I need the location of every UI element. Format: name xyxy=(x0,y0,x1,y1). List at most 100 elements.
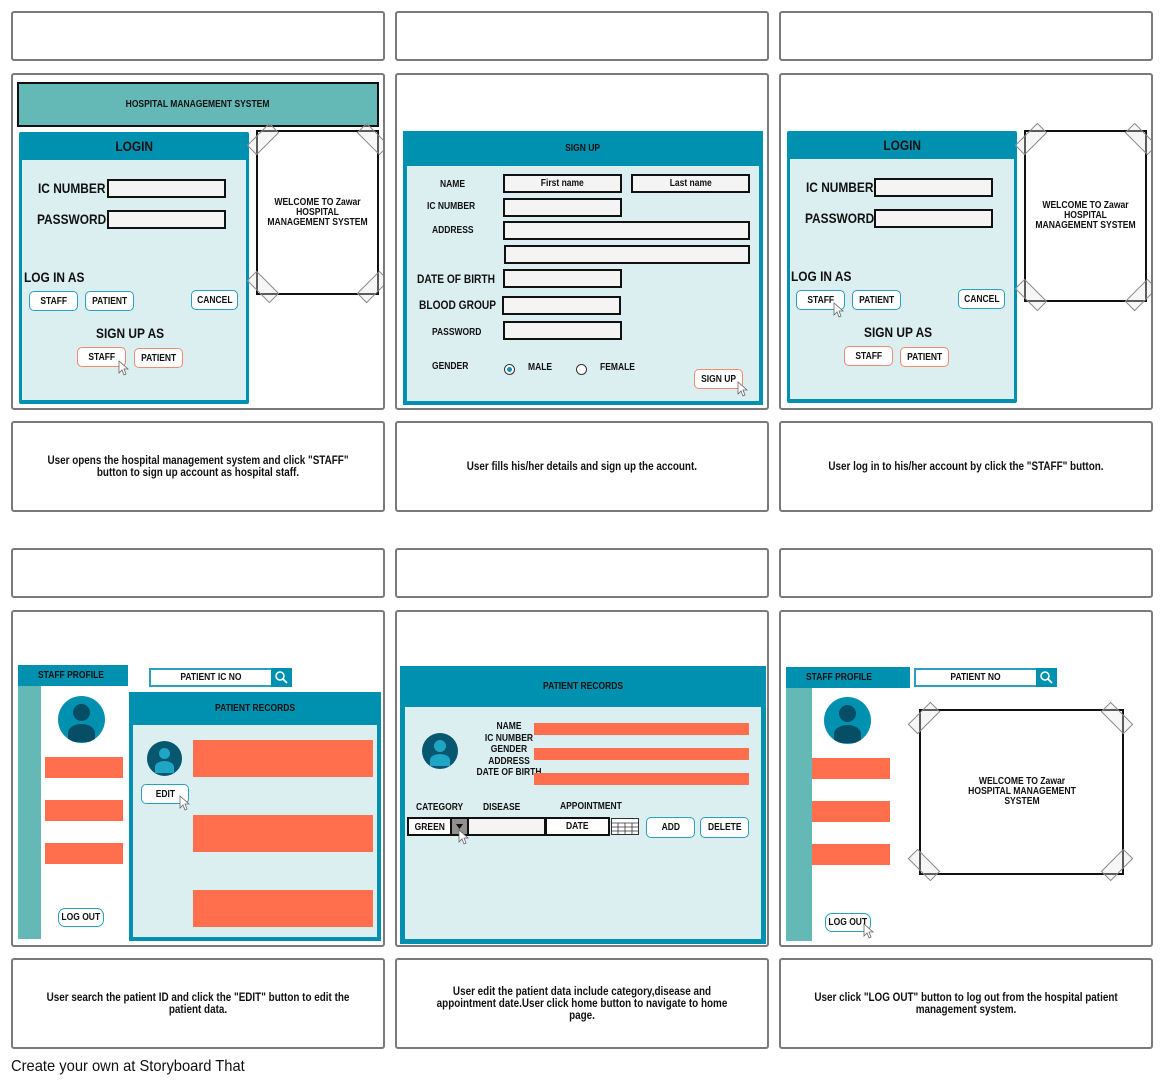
address-input-line-1[interactable] xyxy=(503,221,750,240)
female-radio[interactable] xyxy=(576,364,587,375)
ic-number-input[interactable] xyxy=(107,179,226,198)
male-radio[interactable] xyxy=(504,364,515,375)
login-as-label: LOG IN AS xyxy=(24,269,85,285)
description-text: User log in to his/her account by click … xyxy=(828,460,1104,473)
storyboard-that-footer-link[interactable]: Create your own at Storyboard That xyxy=(11,1058,245,1076)
patient-records-title: PATIENT RECORDS xyxy=(543,680,623,692)
description-cell-1: User opens the hospital management syste… xyxy=(11,421,385,512)
appointment-label: APPOINTMENT xyxy=(560,801,622,812)
patient-records-title: PATIENT RECORDS xyxy=(215,702,295,714)
patient-search-input[interactable]: PATIENT IC NO xyxy=(151,670,271,685)
staff-info-field xyxy=(812,758,890,779)
password-input[interactable] xyxy=(107,210,226,229)
scene-panel-2: SIGN UP NAME First name Last name IC NUM… xyxy=(395,73,769,410)
login-staff-button[interactable]: STAFF xyxy=(29,291,78,311)
patient-record-field xyxy=(534,723,749,735)
search-button[interactable] xyxy=(1036,668,1057,687)
patient-record-field xyxy=(534,748,749,760)
staff-sidebar-strip xyxy=(786,688,812,941)
description-cell-4: User search the patient ID and click the… xyxy=(11,958,385,1049)
staff-sidebar-strip xyxy=(18,686,41,939)
search-button[interactable] xyxy=(271,668,292,687)
description-cell-5: User edit the patient data include categ… xyxy=(395,958,769,1049)
password-label: PASSWORD xyxy=(37,211,107,227)
cancel-button[interactable]: CANCEL xyxy=(958,289,1005,309)
signup-patient-button[interactable]: PATIENT xyxy=(900,347,949,367)
mouse-cursor-icon xyxy=(863,923,875,939)
ic-number-label: IC NUMBER xyxy=(38,180,106,196)
system-header: HOSPITAL MANAGEMENT SYSTEM xyxy=(17,82,379,127)
welcome-poster: WELCOME TO Zawar HOSPITAL MANAGEMENT SYS… xyxy=(256,130,379,295)
patient-record-field xyxy=(534,773,749,785)
login-as-label: LOG IN AS xyxy=(791,268,852,284)
patient-avatar-icon xyxy=(422,733,458,769)
login-title: LOGIN xyxy=(883,137,921,153)
date-of-birth-input[interactable] xyxy=(503,269,622,288)
female-label: FEMALE xyxy=(600,362,635,373)
staff-avatar-icon xyxy=(824,697,871,744)
description-text: User click "LOG OUT" button to log out f… xyxy=(814,991,1118,1016)
gender-label: GENDER xyxy=(432,361,469,372)
address-input-line-2[interactable] xyxy=(504,245,750,264)
staff-profile-header: STAFF PROFILE xyxy=(18,665,128,686)
add-button[interactable]: ADD xyxy=(646,817,695,838)
description-text: User fills his/her details and sign up t… xyxy=(466,460,698,473)
blood-group-input[interactable] xyxy=(502,296,621,315)
welcome-poster: WELCOME TO Zawar HOSPITAL MANAGEMENT SYS… xyxy=(1024,130,1147,302)
ic-number-input[interactable] xyxy=(503,198,622,217)
title-cell-2 xyxy=(395,11,769,61)
male-label: MALE xyxy=(528,362,553,373)
password-input[interactable] xyxy=(874,209,993,228)
staff-info-field xyxy=(812,801,890,822)
description-cell-6: User click "LOG OUT" button to log out f… xyxy=(779,958,1153,1049)
signup-staff-button[interactable]: STAFF xyxy=(844,346,893,366)
delete-button[interactable]: DELETE xyxy=(700,817,749,838)
appointment-date-input[interactable]: DATE xyxy=(545,817,610,836)
patient-search-bar: PATIENT NO xyxy=(914,668,1057,687)
cancel-button[interactable]: CANCEL xyxy=(191,290,238,310)
description-text: User opens the hospital management syste… xyxy=(47,454,349,479)
disease-label: DISEASE xyxy=(483,802,521,813)
radio-selected-dot xyxy=(507,367,512,372)
first-name-input[interactable]: First name xyxy=(503,174,622,193)
mouse-cursor-icon xyxy=(833,302,845,318)
log-out-button[interactable]: LOG OUT xyxy=(58,908,104,927)
scene-panel-6: STAFF PROFILE LOG OUT PATIENT NO WELCOME… xyxy=(779,610,1153,947)
name-label: NAME xyxy=(440,179,466,190)
title-cell-3 xyxy=(779,11,1153,61)
password-input[interactable] xyxy=(503,321,622,340)
ic-number-input[interactable] xyxy=(874,178,993,197)
patient-record-field xyxy=(193,890,373,927)
staff-avatar-icon xyxy=(58,696,105,743)
category-selected-value: GREEN xyxy=(414,822,446,833)
staff-info-field xyxy=(45,757,123,778)
password-label: PASSWORD xyxy=(805,210,875,226)
staff-info-field xyxy=(45,843,123,864)
patient-search-input[interactable]: PATIENT NO xyxy=(916,670,1036,685)
description-cell-2: User fills his/her details and sign up t… xyxy=(395,421,769,512)
category-label: CATEGORY xyxy=(416,802,464,813)
scene-panel-5: PATIENT RECORDS NAME IC NUMBER GENDER AD… xyxy=(395,610,769,947)
system-header-title: HOSPITAL MANAGEMENT SYSTEM xyxy=(126,99,270,110)
signup-patient-button[interactable]: PATIENT xyxy=(134,348,183,368)
login-patient-button[interactable]: PATIENT xyxy=(85,291,134,311)
last-name-input[interactable]: Last name xyxy=(631,174,750,193)
title-cell-6 xyxy=(779,548,1153,598)
disease-input[interactable] xyxy=(467,817,546,836)
address-label: ADDRESS xyxy=(432,225,474,236)
blood-group-label: BLOOD GROUP xyxy=(419,298,497,312)
password-label: PASSWORD xyxy=(432,327,482,338)
scene-panel-4: STAFF PROFILE LOG OUT PATIENT IC NO PATI… xyxy=(11,610,385,947)
ic-number-label: IC NUMBER xyxy=(427,201,476,212)
staff-profile-header: STAFF PROFILE xyxy=(786,667,910,688)
ic-number-label: IC NUMBER xyxy=(806,179,874,195)
login-title: LOGIN xyxy=(115,138,153,154)
signup-title: SIGN UP xyxy=(565,142,601,154)
calendar-icon[interactable] xyxy=(611,818,639,835)
login-patient-button[interactable]: PATIENT xyxy=(852,290,901,310)
sign-up-button[interactable]: SIGN UP xyxy=(694,369,743,389)
mouse-cursor-icon xyxy=(737,381,749,397)
signup-as-label: SIGN UP AS xyxy=(96,325,165,341)
staff-info-field xyxy=(812,844,890,865)
welcome-poster: WELCOME TO Zawar HOSPITAL MANAGEMENT SYS… xyxy=(919,709,1124,875)
